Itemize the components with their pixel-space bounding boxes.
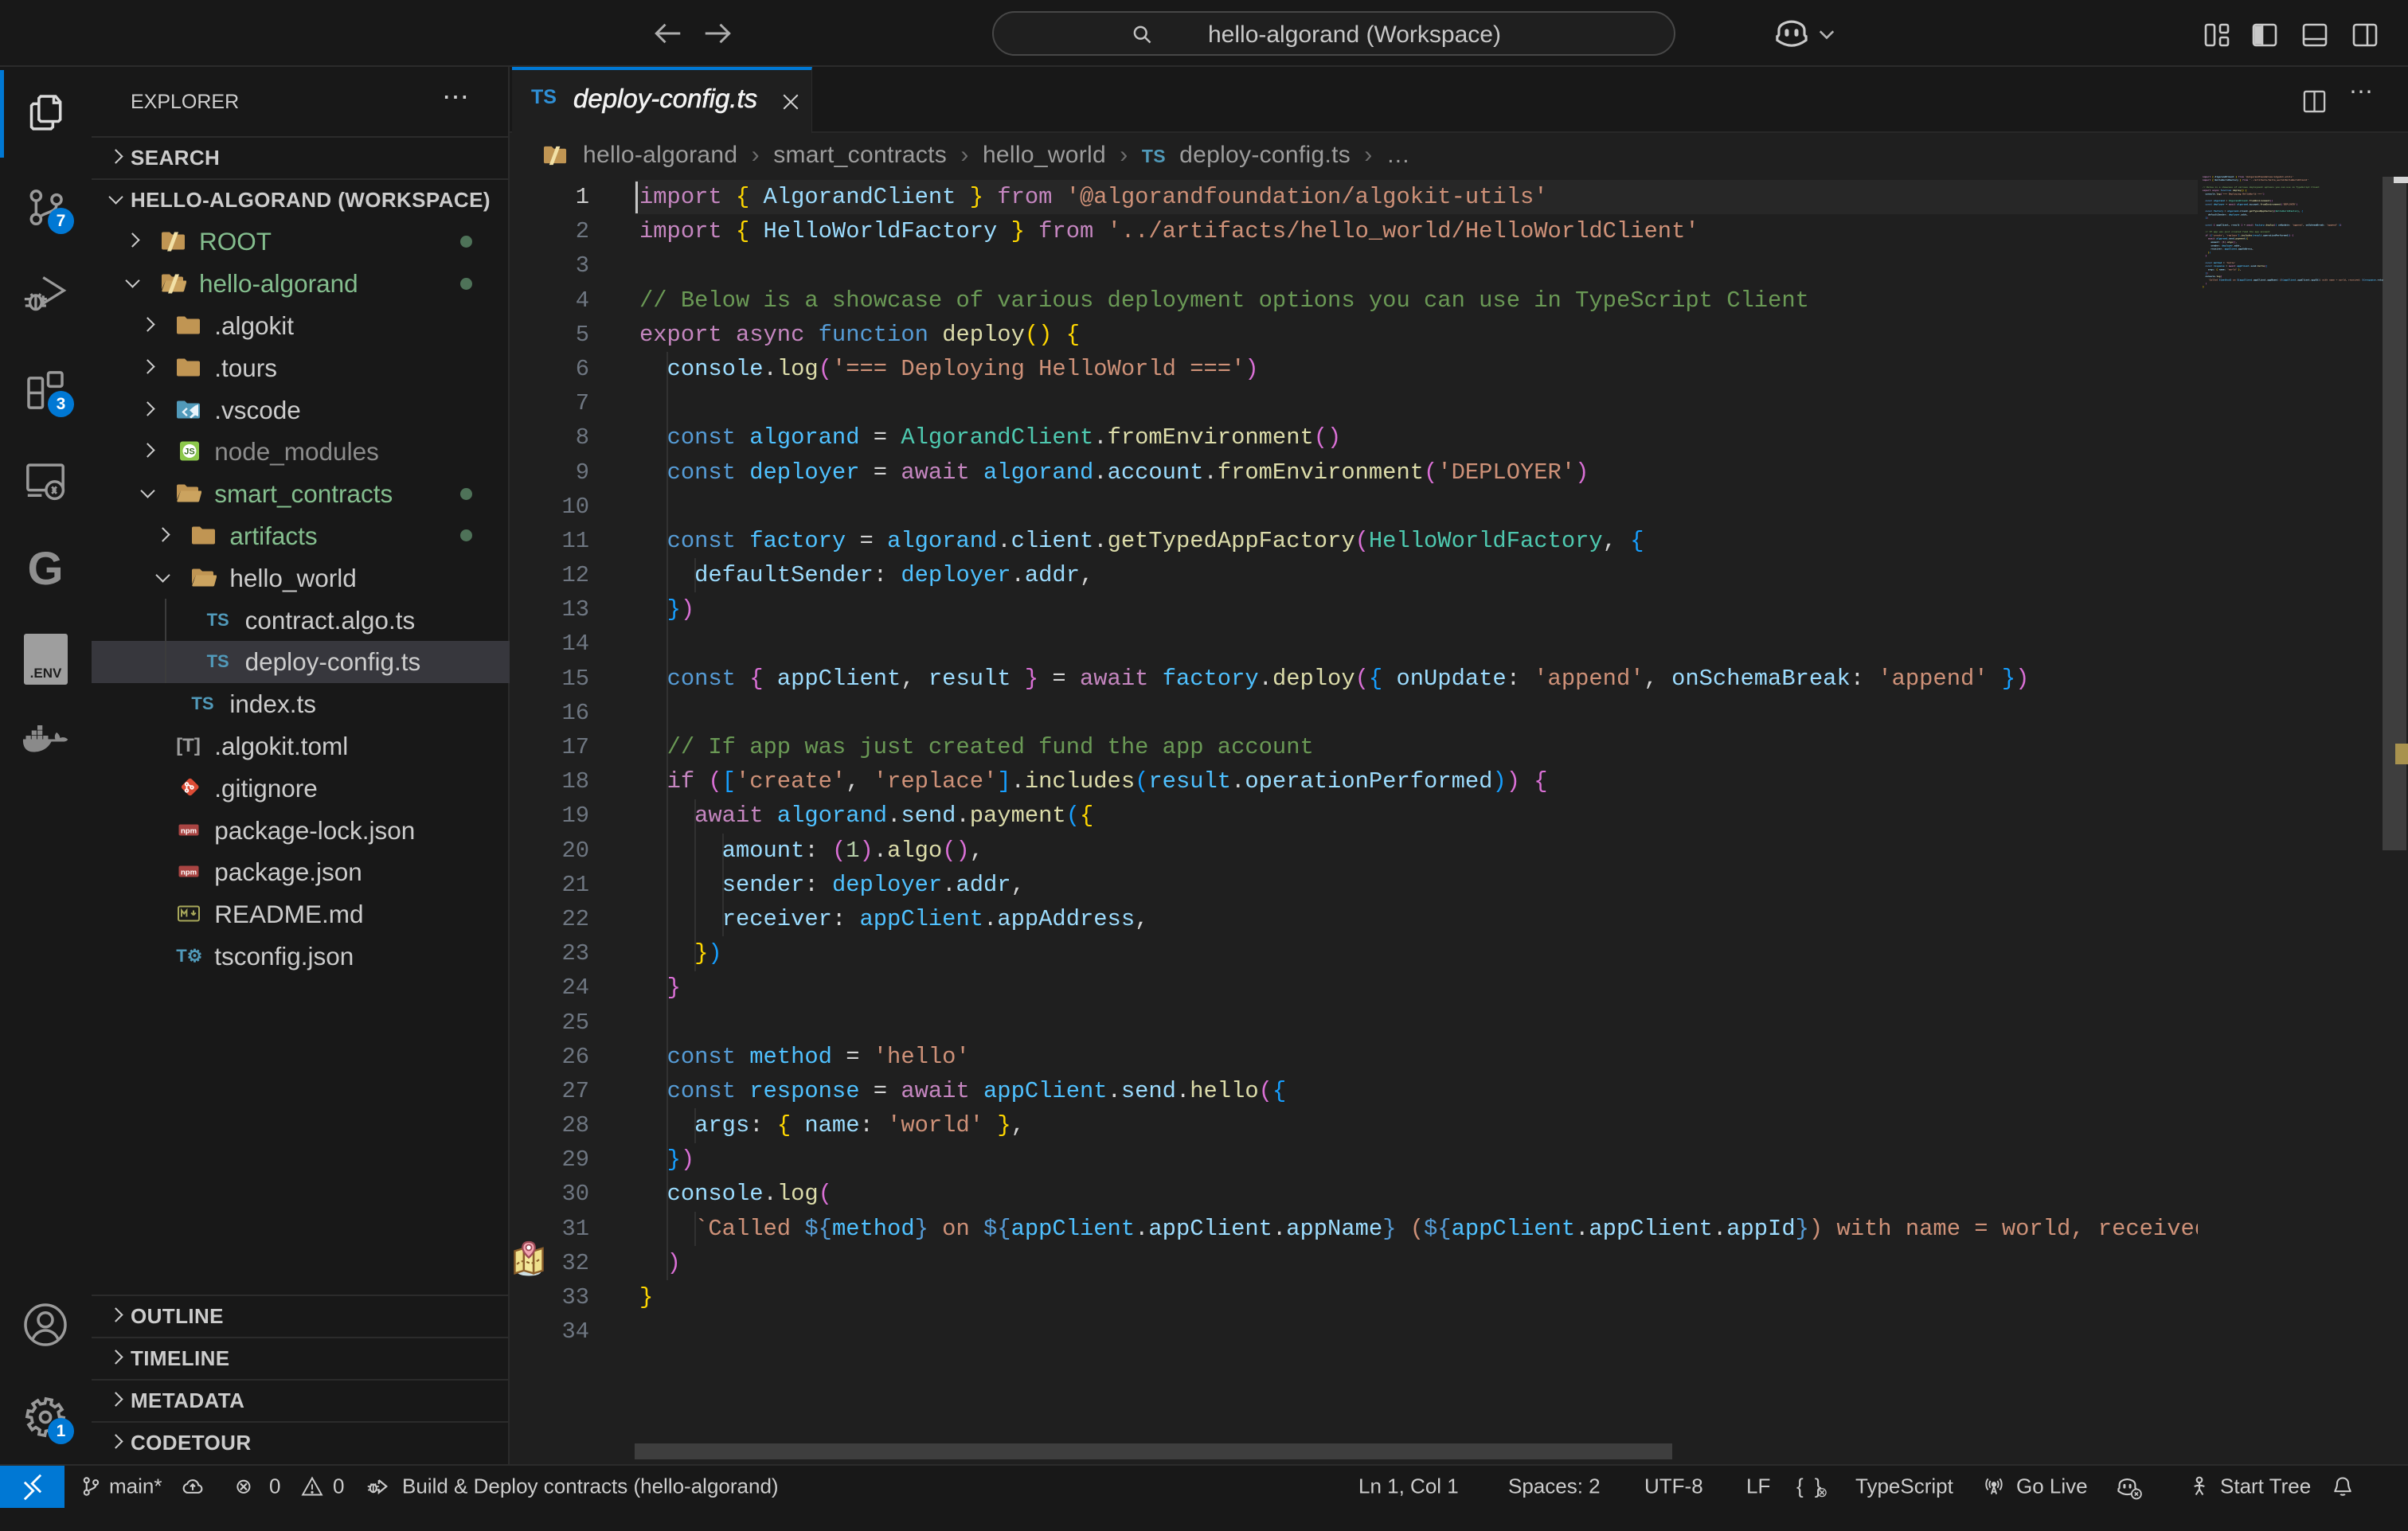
svg-text:npm: npm [181,869,197,877]
svg-text:npm: npm [181,826,197,835]
svg-text:JS: JS [184,447,194,457]
